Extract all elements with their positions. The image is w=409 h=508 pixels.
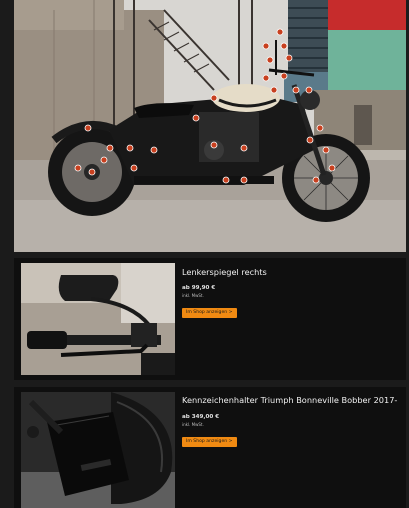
product-price: ab 99,90 € bbox=[182, 285, 216, 291]
license-plate-holder-photo-icon bbox=[21, 392, 175, 508]
product-price: ab 349,00 € bbox=[182, 414, 220, 420]
mirror-photo-icon bbox=[21, 263, 175, 375]
product-title[interactable]: Kennzeichenhalter Triumph Bonneville Bob… bbox=[182, 395, 397, 405]
shop-button[interactable]: Im Shop anzeigen > bbox=[182, 308, 237, 318]
hero-image bbox=[14, 0, 406, 252]
tax-note: inkl. MwSt. bbox=[182, 293, 204, 298]
product-card[interactable]: Kennzeichenhalter Triumph Bonneville Bob… bbox=[14, 387, 406, 508]
product-card[interactable]: Lenkerspiegel rechts ab 99,90 € inkl. Mw… bbox=[14, 258, 406, 380]
product-image[interactable] bbox=[21, 263, 175, 375]
product-title[interactable]: Lenkerspiegel rechts bbox=[182, 267, 267, 277]
motorcycle-photo-icon bbox=[14, 0, 406, 252]
shop-button[interactable]: Im Shop anzeigen > bbox=[182, 437, 237, 447]
product-image[interactable] bbox=[21, 392, 175, 508]
tax-note: inkl. MwSt. bbox=[182, 422, 204, 427]
